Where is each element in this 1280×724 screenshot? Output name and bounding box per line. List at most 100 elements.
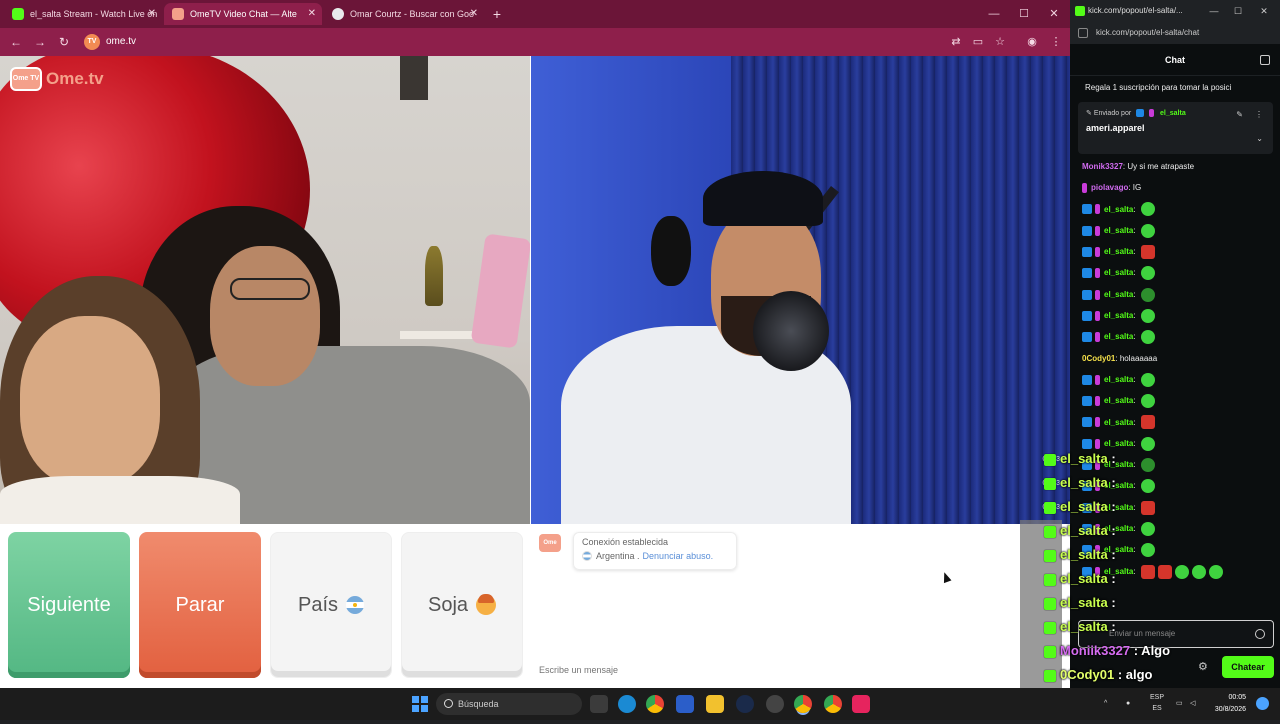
country-button[interactable]: País <box>270 532 392 678</box>
site-info-icon[interactable]: TV <box>84 34 100 50</box>
stop-button[interactable]: Parar <box>139 532 261 678</box>
kick-badge-icon <box>1044 453 1056 466</box>
chat-message: Monik3327: Uy si me atrapaste <box>1082 162 1195 171</box>
steam-icon[interactable] <box>736 695 754 713</box>
chat-username[interactable]: el_salta <box>1104 439 1133 448</box>
next-button-label: Siguiente <box>27 593 111 616</box>
chat-message: el_salta: <box>1070 220 1280 241</box>
tab-kick-stream[interactable]: el_salta Stream - Watch Live on ✕ <box>4 3 162 25</box>
message-input[interactable] <box>539 661 1019 679</box>
task-view-icon[interactable] <box>590 695 608 713</box>
notification-icon[interactable] <box>1256 697 1269 710</box>
overlay-username: el_salta <box>1060 595 1108 610</box>
minimize-icon[interactable]: — <box>1206 3 1222 19</box>
chrome-icon[interactable] <box>646 695 664 713</box>
chat-username[interactable]: el_salta <box>1104 418 1133 427</box>
bookmark-star-icon[interactable]: ☆ <box>992 34 1008 50</box>
overlay-username: el_salta <box>1060 451 1108 466</box>
forward-icon[interactable]: → <box>32 34 48 50</box>
menu-dots-icon[interactable]: ⋮ <box>1048 34 1064 50</box>
store-icon[interactable] <box>676 695 694 713</box>
cast-icon[interactable]: ▭ <box>970 34 986 50</box>
glasses <box>230 278 310 300</box>
close-window-icon[interactable]: ✕ <box>1256 3 1272 19</box>
language-indicator[interactable]: ESP ES <box>1150 692 1164 724</box>
chat-message: el_salta: <box>1070 390 1280 411</box>
close-window-icon[interactable]: ✕ <box>1046 6 1062 22</box>
kick-url-text: kick.com/popout/el-salta/chat <box>1096 28 1200 37</box>
tab-google-search[interactable]: Omar Courtz - Buscar con Goo ✕ <box>324 3 484 25</box>
close-icon[interactable]: ✕ <box>308 3 316 25</box>
chrome-icon[interactable] <box>824 695 842 713</box>
overlay-username: el_salta <box>1060 475 1108 490</box>
chat-username[interactable]: el_salta <box>1104 311 1133 320</box>
new-tab-button[interactable]: + <box>488 5 506 23</box>
ometv-favicon-icon <box>172 8 184 20</box>
chat-username[interactable]: el_salta <box>1104 268 1133 277</box>
network-icon[interactable]: ▭ <box>1176 688 1183 720</box>
unpin-icon[interactable]: ✎ <box>1236 110 1243 119</box>
translate-icon[interactable]: ⇄ <box>948 34 964 50</box>
kick-badge-icon <box>1044 645 1056 658</box>
taskbar-search[interactable]: Búsqueda <box>436 693 582 715</box>
chat-username[interactable]: Monik3327 <box>1082 162 1123 171</box>
overlay-separator: : <box>1107 523 1116 538</box>
gift-sub-promo[interactable]: Regala 1 suscripción para tomar la posic… <box>1070 76 1280 100</box>
profile-icon[interactable]: ◉ <box>1024 34 1040 50</box>
ometv-logo: Ome TV Ome.tv <box>10 66 104 92</box>
tiktok-icon[interactable] <box>852 695 870 713</box>
broadcaster-badge-icon <box>1095 204 1100 215</box>
broadcaster-badge-icon <box>1149 109 1155 118</box>
url-text[interactable]: ome.tv <box>106 34 136 50</box>
close-icon[interactable]: ✕ <box>148 3 156 25</box>
moderator-badge-icon <box>1082 289 1092 300</box>
chat-username[interactable]: el_salta <box>1104 396 1133 405</box>
gender-button[interactable]: Soja <box>401 532 523 678</box>
ometv-chat-logo-icon: Ome TV <box>539 534 561 564</box>
overlay-chat-row: el_salta : <box>1044 616 1280 638</box>
tab-ometv[interactable]: OmeTV Video Chat — Alte ✕ <box>164 3 322 25</box>
chevron-down-icon[interactable]: ⌄ <box>1256 134 1263 143</box>
file-explorer-icon[interactable] <box>706 695 724 713</box>
minimize-icon[interactable]: — <box>986 6 1002 22</box>
overlay-text: Algo <box>1138 643 1171 658</box>
close-icon[interactable]: ✕ <box>470 3 478 25</box>
back-icon[interactable]: ← <box>8 34 24 50</box>
obs-icon[interactable] <box>766 695 784 713</box>
edge-icon[interactable] <box>618 695 636 713</box>
broadcaster-badge-icon <box>1095 396 1100 407</box>
kick-url-bar[interactable]: kick.com/popout/el-salta/chat <box>1070 22 1280 44</box>
headset-icon <box>651 216 691 286</box>
tray-chevron-icon[interactable]: ^ <box>1104 688 1107 720</box>
volume-icon[interactable]: ◁ <box>1190 688 1195 720</box>
reload-icon[interactable]: ↻ <box>56 34 72 50</box>
partner-country: Argentina <box>596 551 635 561</box>
windows-start-icon[interactable] <box>412 696 428 712</box>
chat-username[interactable]: el_salta <box>1104 205 1133 214</box>
clock[interactable]: 00:05 30/8/2026 <box>1196 692 1246 716</box>
chat-username[interactable]: piolavago <box>1091 183 1128 192</box>
search-icon <box>444 699 453 708</box>
chat-username[interactable]: el_salta <box>1104 290 1133 299</box>
gift-icon[interactable] <box>1260 55 1270 65</box>
maximize-icon[interactable]: ☐ <box>1016 6 1032 22</box>
chat-username[interactable]: el_salta <box>1104 226 1133 235</box>
chat-username[interactable]: el_salta <box>1104 332 1133 341</box>
report-abuse-link[interactable]: Denunciar abuso. <box>643 551 714 561</box>
chrome-active-icon[interactable] <box>794 695 812 713</box>
overlay-separator: : <box>1114 667 1123 682</box>
chat-username[interactable]: el_salta <box>1104 247 1133 256</box>
overlay-separator: : <box>1107 475 1116 490</box>
country-button-label: País <box>297 593 339 616</box>
overlay-text: algo <box>1122 667 1153 682</box>
maximize-icon[interactable]: ☐ <box>1230 3 1246 19</box>
overlay-chat-row: el_salta : <box>1044 520 1280 542</box>
more-options-icon[interactable]: ⋮ <box>1255 110 1263 119</box>
chat-username[interactable]: el_salta <box>1104 375 1133 384</box>
kick-favicon-icon <box>12 8 24 20</box>
microphone-tray-icon[interactable]: ● <box>1126 688 1130 720</box>
next-button[interactable]: Siguiente <box>8 532 130 678</box>
moderator-badge-icon <box>1136 109 1145 118</box>
moderator-badge-icon <box>1082 310 1092 321</box>
chat-username[interactable]: 0Cody01 <box>1082 354 1115 363</box>
